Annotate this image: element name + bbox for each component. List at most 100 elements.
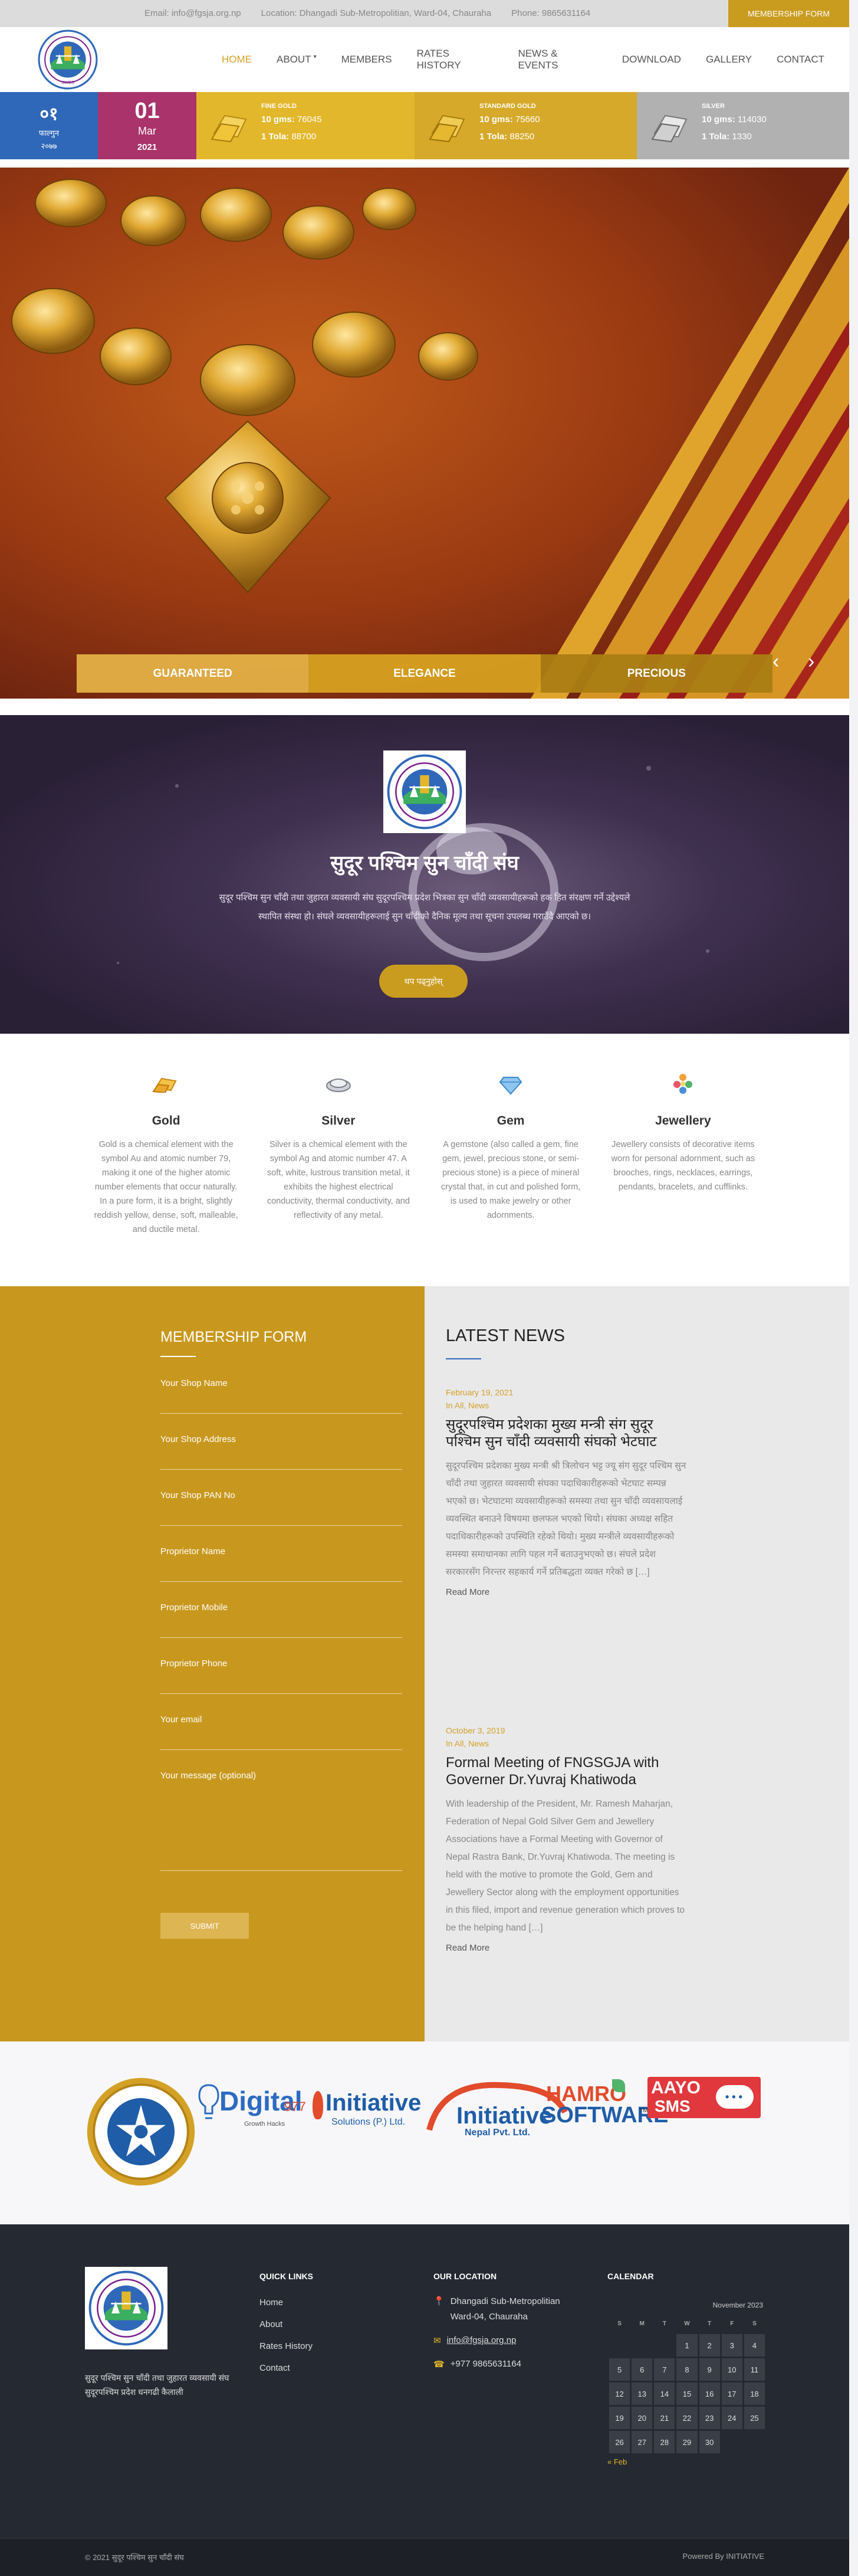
calendar-day: 30 xyxy=(699,2431,720,2453)
nav-about[interactable]: ABOUT ▾ xyxy=(277,54,317,65)
shop-name-field[interactable]: Your Shop Name xyxy=(160,1378,402,1414)
partner-initiative-solutions[interactable]: Initiative Solutions (P.) Ltd. xyxy=(313,2090,425,2131)
chat-dots-icon: • • • xyxy=(725,2091,742,2103)
partner-aayo-sms[interactable]: AAYO SMS • • • xyxy=(647,2077,761,2118)
rate-fine-gold: FINE GOLD 10 gms: 76045 1 Tola: 88700 xyxy=(196,92,415,159)
calendar-day: 15 xyxy=(676,2382,698,2405)
feature-title: Silver xyxy=(321,1114,356,1128)
shop-address-field[interactable]: Your Shop Address xyxy=(160,1434,402,1470)
membership-form: MEMBERSHIP FORM Your Shop Name Your Shop… xyxy=(0,1286,425,2041)
latest-news: LATEST NEWS February 19, 2021 In All, Ne… xyxy=(425,1286,849,2041)
footer-link-home[interactable]: Home xyxy=(259,2298,313,2308)
proprietor-name-field[interactable]: Proprietor Name xyxy=(160,1546,402,1582)
read-more-button[interactable]: थप पढ्नुहोस् xyxy=(379,965,468,998)
calendar-day: 18 xyxy=(744,2382,765,2405)
calendar-prev-link[interactable]: « Feb xyxy=(607,2457,767,2466)
weekday: M xyxy=(639,2320,645,2327)
digital-tagline: Growth Hacks xyxy=(244,2121,285,2128)
slider-prev-arrow[interactable]: ‹ xyxy=(772,650,779,673)
calendar-day: 19 xyxy=(609,2407,630,2429)
slider-caption-elegance[interactable]: ELEGANCE xyxy=(308,654,541,693)
gold-icon xyxy=(152,1077,177,1093)
footer-quick-links: QUICK LINKS Home About Rates History Con… xyxy=(259,2272,313,2373)
post-category[interactable]: In All, News xyxy=(446,1401,688,1410)
calendar-day: 21 xyxy=(654,2407,675,2429)
date-day: 01 xyxy=(134,99,160,123)
post-category[interactable]: In All, News xyxy=(446,1739,688,1748)
membership-form-button[interactable]: MEMBERSHIP FORM xyxy=(728,0,849,27)
slider-next-arrow[interactable]: › xyxy=(808,650,814,673)
email-field[interactable]: Your email xyxy=(160,1715,402,1750)
calendar-day: 23 xyxy=(699,2407,720,2429)
post-date[interactable]: October 3, 2019 xyxy=(446,1726,688,1735)
rate-gram-label: 10 gms: xyxy=(261,114,295,124)
nav-news-events[interactable]: NEWS & EVENTS xyxy=(518,48,597,71)
slider-caption-guaranteed[interactable]: GUARANTEED xyxy=(77,654,309,693)
partner-hamro-software[interactable]: HAMRO SOFTWARE TM xyxy=(537,2079,668,2129)
feature-text: Jewellery consists of decorative items w… xyxy=(611,1140,755,1192)
leaf-icon xyxy=(612,2079,625,2092)
nav-contact[interactable]: CONTACT xyxy=(777,54,824,65)
rate-name: SILVER xyxy=(702,103,725,110)
rate-standard-gold: STANDARD GOLD 10 gms: 75660 1 Tola: 8825… xyxy=(415,92,637,159)
nav-rates-history[interactable]: RATES HISTORY xyxy=(417,48,494,71)
rate-gram-label: 10 gms: xyxy=(479,114,513,124)
footer-link-rates-history[interactable]: Rates History xyxy=(259,2341,313,2351)
rate-tola-label: 1 Tola: xyxy=(479,132,508,142)
proprietor-mobile-field[interactable]: Proprietor Mobile xyxy=(160,1602,402,1638)
calendar-day: 5 xyxy=(609,2358,630,2381)
nav-members[interactable]: MEMBERS xyxy=(341,54,392,65)
initiative-wordmark: Initiative xyxy=(326,2090,422,2116)
footer-link-contact[interactable]: Contact xyxy=(259,2363,313,2373)
silver-bar-icon xyxy=(650,110,691,145)
topbar-email[interactable]: Email: info@fgsja.org.np xyxy=(144,8,241,18)
main-menu: HOME ABOUT ▾ MEMBERS RATES HISTORY NEWS &… xyxy=(222,27,849,92)
powered-by[interactable]: Powered By INITIATIVE xyxy=(683,2552,764,2561)
calendar-day: 9 xyxy=(699,2358,720,2381)
svg-text:SWGS: SWGS xyxy=(61,80,74,85)
submit-button[interactable]: SUBMIT xyxy=(160,1913,249,1939)
feature-jewellery: Jewellery Jewellery consists of decorati… xyxy=(604,1069,762,1237)
latest-news-title: LATEST NEWS xyxy=(446,1326,565,1345)
calendar-day: 25 xyxy=(744,2407,765,2429)
post-title[interactable]: सुदूरपश्चिम प्रदेशका मुख्य मन्त्री संग स… xyxy=(446,1416,688,1450)
chevron-down-icon: ▾ xyxy=(313,53,317,60)
site-logo[interactable]: SWGS xyxy=(38,30,98,90)
english-date: 01 Mar 2021 xyxy=(98,92,196,159)
nav-gallery[interactable]: GALLERY xyxy=(706,54,752,65)
slider-caption-precious[interactable]: PRECIOUS xyxy=(540,654,772,693)
trademark: TM xyxy=(639,2108,648,2114)
calendar-day: 29 xyxy=(676,2431,698,2453)
footer-email[interactable]: info@fgsja.org.np xyxy=(447,2335,517,2346)
calendar-day: 26 xyxy=(609,2431,630,2453)
message-field[interactable]: Your message (optional) xyxy=(160,1771,402,1871)
rate-tola-value: 88700 xyxy=(291,132,317,142)
initiative-sub: Solutions (P.) Ltd. xyxy=(331,2117,406,2127)
footer-logo[interactable] xyxy=(85,2267,167,2349)
initiative-nepal-sub: Nepal Pvt. Ltd. xyxy=(465,2128,531,2138)
calendar-day: 28 xyxy=(654,2431,675,2453)
post-date[interactable]: February 19, 2021 xyxy=(446,1388,688,1397)
read-more-link[interactable]: Read More xyxy=(446,1943,688,1953)
copyright: © 2021 सुदूर पश्चिम सुन चाँदी संघ xyxy=(85,2553,184,2562)
partner-digital977[interactable]: Digital 977 Growth Hacks xyxy=(197,2080,309,2151)
aayo-wordmark: AAYO xyxy=(651,2078,701,2097)
post-title[interactable]: Formal Meeting of FNGSGJA with Governer … xyxy=(446,1754,688,1788)
footer-bottom-bar: © 2021 सुदूर पश्चिम सुन चाँदी संघ Powere… xyxy=(0,2538,849,2576)
calendar-day: 13 xyxy=(632,2382,653,2405)
footer-address-line1: Dhangadi Sub-Metropolitian xyxy=(450,2296,560,2306)
proprietor-phone-field[interactable]: Proprietor Phone xyxy=(160,1659,402,1694)
partner-fngsja-logo[interactable] xyxy=(85,2076,197,2188)
weekday: S xyxy=(617,2320,622,2327)
footer-about-text: सुदूर पश्चिम सुन चाँदी तथा जुहारत व्यवसा… xyxy=(85,2373,229,2397)
nav-home[interactable]: HOME xyxy=(222,54,252,65)
jewellery-slide-image xyxy=(0,168,849,699)
feature-title: Jewellery xyxy=(655,1114,711,1128)
nav-download[interactable]: DOWNLOAD xyxy=(622,54,681,65)
read-more-link[interactable]: Read More xyxy=(446,1587,688,1597)
hero-slider: GUARANTEED ELEGANCE PRECIOUS ‹ › xyxy=(0,168,849,699)
rate-tola-value: 1330 xyxy=(732,132,752,142)
footer-link-about[interactable]: About xyxy=(259,2319,313,2329)
calendar-day: 2 xyxy=(699,2334,720,2357)
shop-pan-field[interactable]: Your Shop PAN No xyxy=(160,1490,402,1526)
